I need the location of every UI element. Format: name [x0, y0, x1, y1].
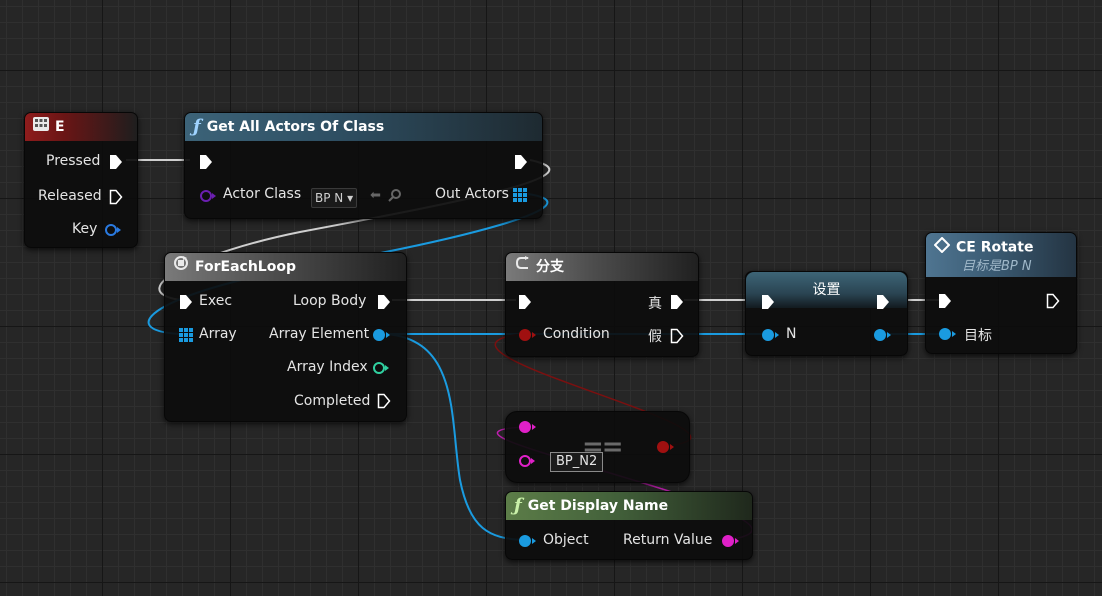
exec-in-pin-get-all-actors[interactable]: [199, 154, 213, 170]
branch-title: 分支: [536, 259, 564, 275]
foreach-loop-header[interactable]: ForEachLoop: [165, 253, 406, 281]
pin-label-released: Released: [38, 188, 102, 204]
exec-out-pin-ce-rotate[interactable]: [1046, 293, 1060, 309]
actor-class-dropdown[interactable]: BP N ▾: [311, 188, 358, 208]
diamond-icon: [933, 236, 951, 258]
get-display-name-node[interactable]: ƒ Get Display Name Object Return Value: [505, 491, 753, 560]
pin-label-pressed: Pressed: [46, 153, 101, 169]
pin-label-actor-class: Actor Class: [223, 186, 302, 202]
foreach-loop-title: ForEachLoop: [195, 259, 296, 275]
pin-label-false: 假: [648, 329, 662, 345]
exec-pin-foreach-exec[interactable]: [179, 294, 193, 310]
pin-label-loop-body: Loop Body: [293, 293, 367, 309]
search-icon[interactable]: [388, 187, 402, 206]
exec-pin-released[interactable]: [109, 189, 123, 205]
pin-label-array-element: Array Element: [269, 326, 370, 342]
object-pin-array-element[interactable]: [372, 328, 390, 342]
object-pin-set-n[interactable]: [761, 328, 779, 342]
event-node-e[interactable]: E Pressed Released Key: [24, 112, 138, 248]
pin-label-out-actors: Out Actors: [435, 186, 509, 202]
exec-out-pin-get-all-actors[interactable]: [514, 154, 528, 170]
function-icon: ƒ: [193, 116, 201, 137]
get-display-name-title: Get Display Name: [527, 498, 669, 514]
get-all-actors-of-class-node[interactable]: ƒ Get All Actors Of Class Actor Class BP …: [184, 112, 543, 219]
exec-pin-completed[interactable]: [377, 393, 391, 409]
key-struct-pin[interactable]: [104, 223, 122, 237]
pin-label-completed: Completed: [294, 393, 371, 409]
pin-label-return-value: Return Value: [623, 532, 713, 548]
equal-compare-node[interactable]: == BP_N2: [505, 411, 690, 483]
pin-label-object: Object: [543, 532, 589, 548]
object-pin-target[interactable]: [938, 327, 956, 341]
class-pin-actor-class[interactable]: [199, 189, 217, 203]
get-display-name-header[interactable]: ƒ Get Display Name: [506, 492, 752, 520]
pin-label-exec: Exec: [199, 293, 233, 309]
event-node-header[interactable]: E: [25, 113, 137, 141]
string-pin-return-value[interactable]: [721, 534, 739, 548]
pin-label-n: N: [786, 326, 797, 342]
keyboard-icon: [33, 113, 49, 141]
exec-in-pin-branch[interactable]: [518, 294, 532, 310]
string-pin-equal-a[interactable]: [518, 420, 536, 434]
pin-label-array: Array: [199, 326, 237, 342]
object-pin-display-object[interactable]: [518, 534, 536, 548]
foreach-loop-node[interactable]: ForEachLoop Exec Loop Body Array Array E…: [164, 252, 407, 422]
string-pin-equal-b[interactable]: [518, 454, 536, 468]
exec-pin-loop-body[interactable]: [377, 294, 391, 310]
compare-value-field[interactable]: BP_N2: [550, 452, 604, 472]
actor-class-value: BP N: [315, 191, 344, 205]
exec-out-pin-set[interactable]: [876, 294, 890, 310]
compare-value-text: BP_N2: [556, 454, 598, 469]
ce-rotate-title: CE Rotate: [956, 239, 1034, 256]
pin-label-key: Key: [72, 221, 98, 237]
branch-icon: [514, 253, 530, 281]
array-pin-foreach-array[interactable]: [179, 328, 193, 342]
integer-pin-array-index[interactable]: [372, 361, 390, 375]
exec-pin-false[interactable]: [670, 328, 684, 344]
ce-rotate-subtitle: 目标是BP N: [962, 259, 1032, 274]
event-node-title: E: [55, 119, 65, 135]
set-variable-node[interactable]: 设置 N: [745, 271, 908, 356]
branch-header[interactable]: 分支: [506, 253, 698, 281]
set-variable-title: 设置: [812, 282, 841, 298]
exec-in-pin-set[interactable]: [761, 294, 775, 310]
get-all-actors-header[interactable]: ƒ Get All Actors Of Class: [185, 113, 542, 141]
exec-pin-true[interactable]: [670, 294, 684, 310]
bool-pin-equal-result[interactable]: [656, 440, 674, 454]
pin-label-condition: Condition: [543, 326, 610, 342]
pin-label-target: 目标: [964, 328, 992, 344]
exec-pin-pressed[interactable]: [109, 154, 123, 170]
branch-node[interactable]: 分支 真 Condition 假: [505, 252, 699, 357]
loop-icon: [173, 253, 189, 281]
chevron-down-icon: ▾: [347, 191, 354, 205]
exec-in-pin-ce-rotate[interactable]: [938, 293, 952, 309]
pin-label-array-index: Array Index: [287, 359, 368, 375]
arrow-left-icon[interactable]: ⬅: [370, 188, 381, 203]
ce-rotate-node[interactable]: CE Rotate 目标是BP N 目标: [925, 232, 1077, 354]
function-icon: ƒ: [514, 495, 522, 516]
object-pin-set-output[interactable]: [873, 328, 891, 342]
bool-pin-condition[interactable]: [518, 328, 536, 342]
ce-rotate-header[interactable]: CE Rotate 目标是BP N: [926, 233, 1076, 277]
array-pin-out-actors[interactable]: [513, 188, 527, 202]
pin-label-true: 真: [648, 296, 662, 312]
get-all-actors-title: Get All Actors Of Class: [206, 119, 385, 135]
